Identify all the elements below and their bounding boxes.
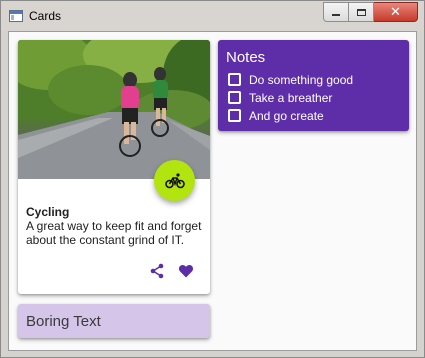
todo-item[interactable]: And go create <box>228 108 324 123</box>
todo-label: And go create <box>249 108 324 123</box>
bicycle-icon <box>164 172 185 188</box>
favorite-button[interactable] <box>178 263 194 279</box>
boring-card: Boring Text <box>18 304 210 338</box>
card-description: A great way to keep fit and forget about… <box>26 219 202 247</box>
share-button[interactable] <box>149 263 165 279</box>
todo-checkbox[interactable] <box>228 91 241 104</box>
minimize-button[interactable] <box>323 2 349 22</box>
todo-checkbox[interactable] <box>228 109 241 122</box>
todo-label: Take a breather <box>249 90 333 105</box>
close-icon: ✕ <box>390 4 401 20</box>
cycling-fab-button[interactable] <box>154 160 195 201</box>
app-icon <box>9 10 23 22</box>
todo-item[interactable]: Take a breather <box>228 90 332 105</box>
boring-text: Boring Text <box>26 313 101 330</box>
share-icon <box>150 263 164 279</box>
card-heading: Cycling <box>26 205 70 219</box>
window-controls: ✕ <box>323 2 418 22</box>
todo-item[interactable]: Do something good <box>228 72 353 87</box>
todo-label: Do something good <box>249 72 354 87</box>
cycling-photo <box>18 40 210 179</box>
notes-card: Notes Do something good Take a breather … <box>218 40 409 131</box>
maximize-icon <box>356 8 366 16</box>
cycling-card: Cycling A great way to keep fit and forg… <box>18 40 210 294</box>
minimize-icon <box>332 13 340 16</box>
heart-icon <box>178 265 194 278</box>
window-content: Cycling A great way to keep fit and forg… <box>8 31 417 351</box>
window-title: Cards <box>29 9 62 23</box>
title-bar[interactable]: Cards ✕ <box>1 1 424 31</box>
app-window: Cards ✕ Cycling A great way to keep fit … <box>0 0 425 358</box>
notes-title: Notes <box>226 49 266 66</box>
close-button[interactable]: ✕ <box>374 2 418 22</box>
maximize-button[interactable] <box>349 2 374 22</box>
todo-checkbox[interactable] <box>228 73 241 86</box>
